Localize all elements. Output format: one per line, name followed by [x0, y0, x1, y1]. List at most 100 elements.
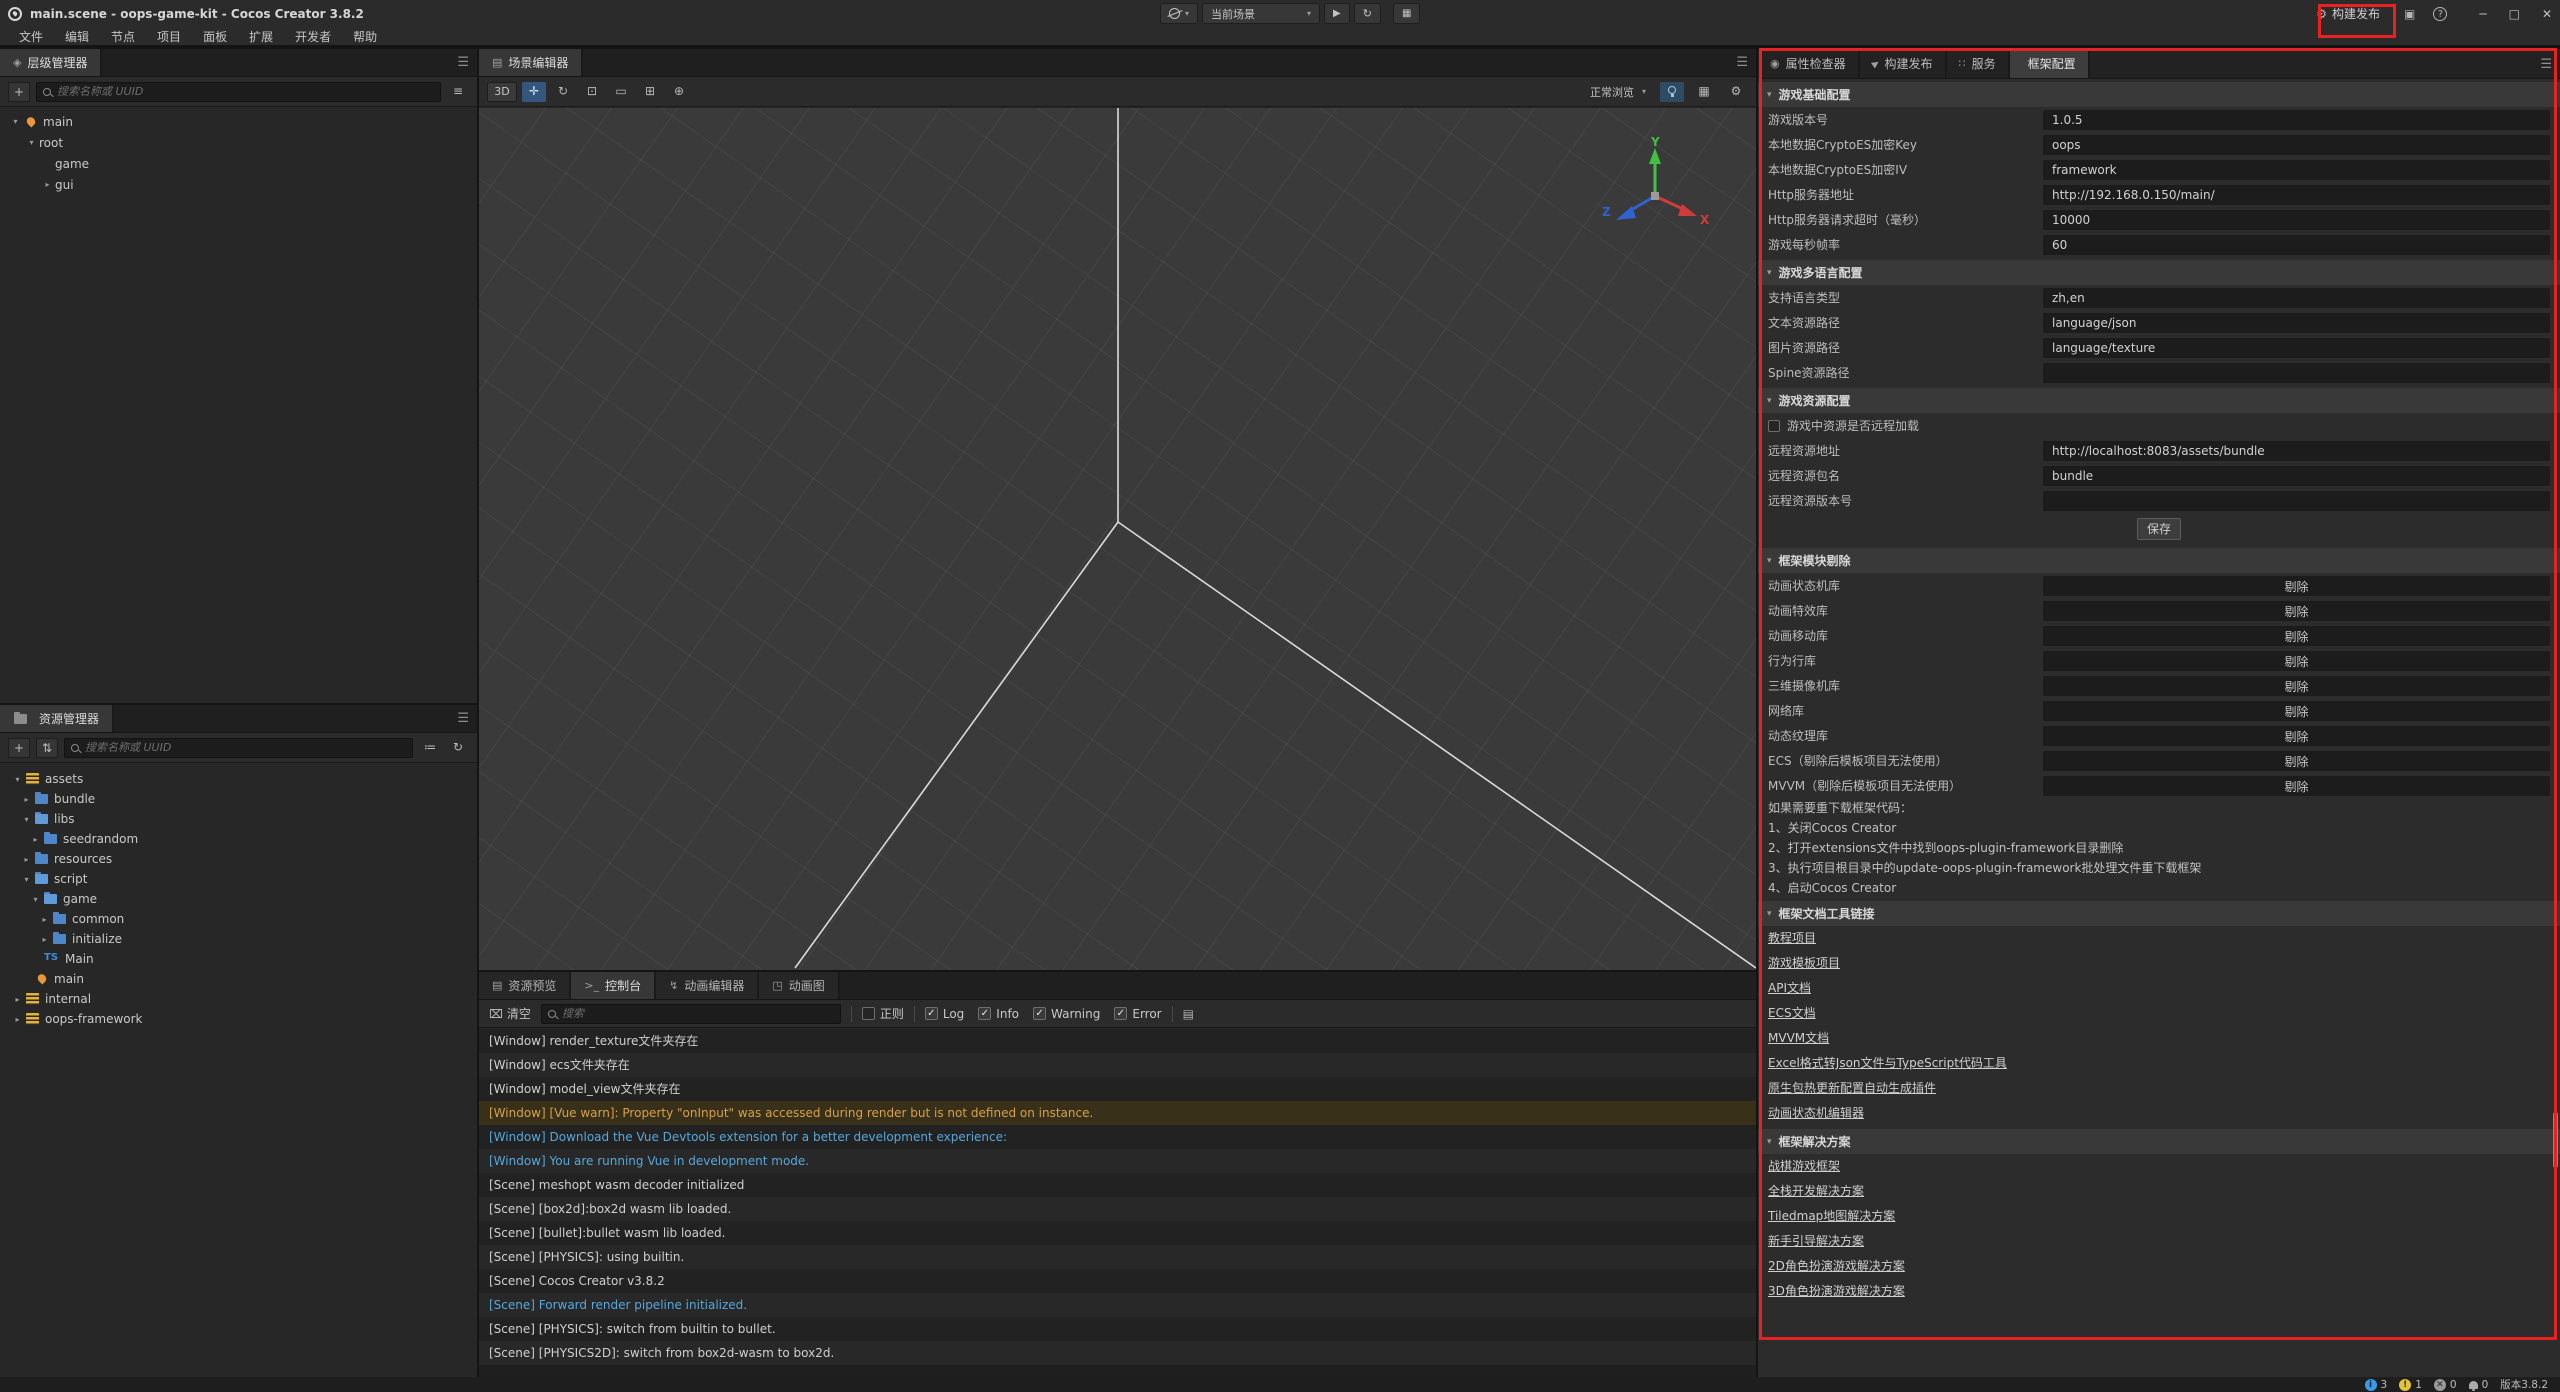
tab-assets[interactable]: 资源管理器 — [0, 705, 114, 732]
asset-node[interactable]: ▸ initialize — [0, 929, 477, 949]
build-publish-button[interactable]: ⚙ 构建发布 — [2310, 3, 2386, 24]
hierarchy-node[interactable]: game — [0, 153, 477, 174]
regex-checkbox[interactable]: 正则 — [862, 1005, 904, 1022]
log-entry[interactable]: ! ❯ [Window] ecs文件夹存在 — [479, 1053, 1756, 1077]
console-search[interactable] — [541, 1004, 841, 1024]
panel-menu-icon[interactable]: ☰ — [457, 55, 469, 70]
log-entry[interactable]: ! ❯ [Scene] [box2d]:box2d wasm lib loade… — [479, 1197, 1756, 1221]
assets-search[interactable] — [64, 738, 413, 758]
log-entry[interactable]: ! ❯ [Scene] meshopt wasm decoder initial… — [479, 1173, 1756, 1197]
asset-node[interactable]: ▾ assets — [0, 769, 477, 789]
clear-console-button[interactable]: ⌧ 清空 — [489, 1005, 531, 1022]
field-input[interactable]: framework — [2043, 160, 2550, 180]
scene-select-dropdown[interactable]: 当前场景 ▾ — [1202, 3, 1320, 24]
tab-hierarchy[interactable]: ◈ 层级管理器 — [0, 49, 102, 76]
solution-link[interactable]: 新手引导解决方案 — [1758, 1229, 1864, 1254]
remove-module-button[interactable]: 剔除 — [2284, 605, 2308, 619]
log-entry[interactable]: ! ❯ [Scene] [bullet]:bullet wasm lib loa… — [479, 1221, 1756, 1245]
reload-button[interactable]: ↻ — [1354, 3, 1381, 24]
asset-node[interactable]: ▾ script — [0, 869, 477, 889]
asset-node[interactable]: ▸ common — [0, 909, 477, 929]
section-header-resources[interactable]: ▾ 游戏资源配置 — [1758, 388, 2560, 413]
hierarchy-node[interactable]: ▸ gui — [0, 174, 477, 195]
filter-icon[interactable]: ≡ — [447, 82, 469, 102]
field-input[interactable]: 60 — [2043, 235, 2550, 255]
expand-arrow-icon[interactable]: ▾ — [19, 815, 34, 824]
asset-node[interactable]: ▾ libs — [0, 809, 477, 829]
menu-item[interactable]: 文件 — [8, 28, 54, 45]
log-entry[interactable]: ! ❯ [Scene] Forward render pipeline init… — [479, 1293, 1756, 1317]
scrollbar-thumb[interactable] — [2553, 1112, 2558, 1168]
scale-tool-icon[interactable]: ⊡ — [580, 82, 604, 102]
remove-module-button[interactable]: 剔除 — [2284, 655, 2308, 669]
create-asset-button[interactable]: + — [8, 738, 30, 758]
remove-module-button[interactable]: 剔除 — [2284, 780, 2308, 794]
expand-arrow-icon[interactable]: ▸ — [28, 835, 43, 844]
hierarchy-search-input[interactable] — [57, 85, 434, 98]
menu-item[interactable]: 节点 — [100, 28, 146, 45]
doc-link[interactable]: 教程项目 — [1758, 926, 1816, 951]
pivot-tool-icon[interactable]: ⊕ — [667, 82, 691, 102]
expand-arrow-icon[interactable]: ▸ — [10, 995, 25, 1004]
screenshot-icon[interactable]: ▣ — [2404, 7, 2415, 21]
preview-platform-button[interactable]: ▾ — [1160, 3, 1198, 24]
remove-module-button[interactable]: 剔除 — [2284, 755, 2308, 769]
inspector-tab[interactable]: 框架配置 — [2010, 49, 2090, 78]
asset-node[interactable]: ▾ game — [0, 889, 477, 909]
field-input[interactable]: language/json — [2043, 313, 2550, 333]
solution-link[interactable]: Tiledmap地图解决方案 — [1758, 1204, 1895, 1229]
log-filter-checkbox[interactable]: ✓ Log — [925, 1007, 964, 1021]
asset-node[interactable]: ▸ seedrandom — [0, 829, 477, 849]
field-input[interactable] — [2043, 491, 2550, 511]
log-entry[interactable]: ! ❯ [Window] render_texture文件夹存在 — [479, 1029, 1756, 1053]
menu-item[interactable]: 面板 — [192, 28, 238, 45]
minimize-button[interactable]: ─ — [2479, 7, 2486, 21]
remove-module-button[interactable]: 剔除 — [2284, 680, 2308, 694]
doc-link[interactable]: Excel格式转Json文件与TypeScript代码工具 — [1758, 1051, 2007, 1076]
doc-link[interactable]: 动画状态机编辑器 — [1758, 1101, 1864, 1126]
log-entry[interactable]: ! ❯ [Scene] Cocos Creator v3.8.2 — [479, 1269, 1756, 1293]
transform-tool-icon[interactable]: ⊞ — [638, 82, 662, 102]
asset-node[interactable]: Main — [0, 949, 477, 969]
section-header-modules[interactable]: ▾ 框架模块剔除 — [1758, 548, 2560, 573]
asset-node[interactable]: ▸ bundle — [0, 789, 477, 809]
log-entry[interactable]: ! ❯ [Window] You are running Vue in deve… — [479, 1149, 1756, 1173]
maximize-button[interactable]: □ — [2509, 7, 2520, 21]
log-filter-checkbox[interactable]: ✓ Info — [978, 1007, 1019, 1021]
panel-menu-icon[interactable]: ☰ — [457, 711, 469, 726]
log-filter-checkbox[interactable]: ✓ Error — [1114, 1007, 1161, 1021]
remote-load-checkbox[interactable]: 游戏中资源是否远程加载 — [1758, 413, 2560, 438]
log-filter-checkbox[interactable]: ✓ Warning — [1033, 1007, 1100, 1021]
log-entry[interactable]: ! ❯ [Scene] [PHYSICS]: switch from built… — [479, 1317, 1756, 1341]
field-input[interactable]: 10000 — [2043, 210, 2550, 230]
scene-settings-gear-icon[interactable]: ⚙ — [1724, 82, 1748, 102]
field-input[interactable]: oops — [2043, 135, 2550, 155]
notification-count[interactable]: 0 — [2469, 1379, 2489, 1391]
solution-link[interactable]: 2D角色扮演游戏解决方案 — [1758, 1254, 1905, 1279]
tab-scene-editor[interactable]: ▤ 场景编辑器 — [479, 49, 583, 76]
inspector-tab[interactable]: ▲ 构建发布 — [1860, 49, 1947, 78]
hierarchy-node[interactable]: ▾ root — [0, 132, 477, 153]
scene-light-toggle[interactable] — [1660, 82, 1684, 102]
expand-arrow-icon[interactable]: ▾ — [28, 895, 43, 904]
expand-arrow-icon[interactable]: ▸ — [40, 180, 55, 189]
console-tab[interactable]: ↯ 动画编辑器 — [656, 972, 759, 999]
help-icon[interactable]: ? — [2433, 7, 2447, 21]
move-tool-icon[interactable]: ✛ — [522, 82, 546, 102]
remove-module-button[interactable]: 剔除 — [2284, 705, 2308, 719]
field-input[interactable]: http://192.168.0.150/main/ — [2043, 185, 2550, 205]
remove-module-button[interactable]: 剔除 — [2284, 730, 2308, 744]
expand-arrow-icon[interactable]: ▸ — [19, 855, 34, 864]
field-input[interactable]: 1.0.5 — [2043, 110, 2550, 130]
hierarchy-node[interactable]: ▾ main — [0, 111, 477, 132]
section-header-basic[interactable]: ▾ 游戏基础配置 — [1758, 82, 2560, 107]
field-input[interactable]: bundle — [2043, 466, 2550, 486]
info-count[interactable]: i 3 — [2365, 1379, 2388, 1391]
section-header-docs[interactable]: ▾ 框架文档工具链接 — [1758, 901, 2560, 926]
panel-menu-icon[interactable]: ☰ — [1736, 55, 1748, 70]
log-file-icon[interactable]: ▤ — [1183, 1007, 1194, 1021]
qr-preview-button[interactable]: ▦ — [1393, 3, 1420, 24]
asset-node[interactable]: main — [0, 969, 477, 989]
doc-link[interactable]: MVVM文档 — [1758, 1026, 1829, 1051]
console-search-input[interactable] — [562, 1007, 834, 1020]
